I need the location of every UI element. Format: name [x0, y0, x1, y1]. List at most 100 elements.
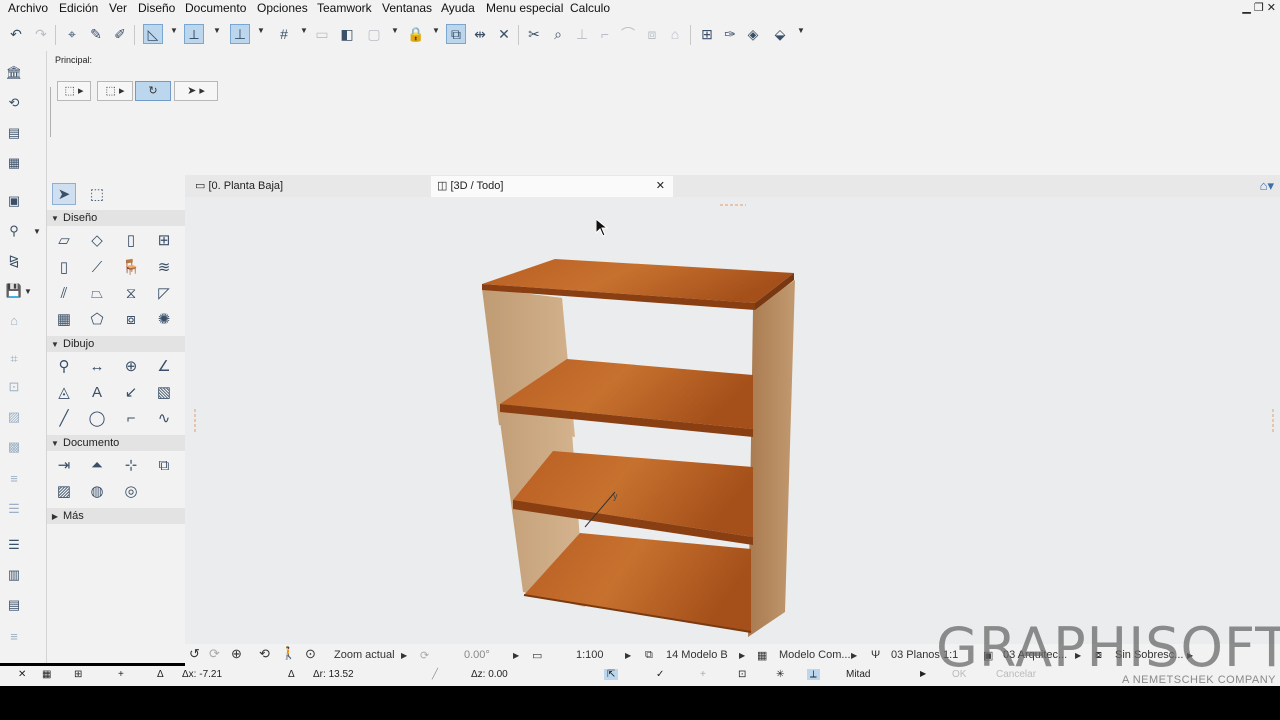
- map-icon[interactable]: ▩: [4, 437, 24, 457]
- measure-icon[interactable]: ⊡: [738, 669, 746, 680]
- split-icon[interactable]: ⌕: [548, 24, 568, 44]
- snap-mode-value[interactable]: Mitad: [846, 669, 870, 680]
- markup-icon[interactable]: ≡: [4, 627, 24, 647]
- suspend-groups-icon[interactable]: ⧉: [446, 24, 466, 44]
- menu-especial[interactable]: Menu especial: [486, 1, 563, 15]
- undo-icon[interactable]: ↶: [6, 24, 26, 44]
- trace-icon[interactable]: ◧: [337, 24, 357, 44]
- fit-zoom-icon[interactable]: ⊙: [305, 646, 316, 662]
- marquee-tool-icon[interactable]: ⬚: [85, 184, 109, 206]
- properties-icon[interactable]: ▤: [4, 595, 24, 615]
- distribute-icon[interactable]: ▥: [4, 565, 24, 585]
- layer-combo[interactable]: 14 Modelo B: [666, 649, 728, 661]
- section-documento[interactable]: ▼ Documento: [47, 435, 185, 451]
- chevron-down-icon[interactable]: ▼: [170, 26, 178, 35]
- refresh-building-icon[interactable]: ⟲: [4, 93, 24, 113]
- solid-ops-icon[interactable]: ⊞: [697, 24, 717, 44]
- chevron-down-icon[interactable]: ▼: [257, 26, 265, 35]
- menu-archivo[interactable]: Archivo: [8, 1, 48, 15]
- hatch-tool-icon[interactable]: ▧: [152, 382, 176, 404]
- undo-view-icon[interactable]: ↺: [189, 646, 200, 662]
- radial-dimension-icon[interactable]: ⊕: [119, 356, 143, 378]
- door-tool-icon[interactable]: ▯: [119, 230, 143, 252]
- angle-icon[interactable]: ╱: [432, 669, 438, 680]
- grid-snap-icon[interactable]: #: [274, 24, 294, 44]
- slab-tool-icon[interactable]: ◇: [85, 230, 109, 252]
- menu-teamwork[interactable]: Teamwork: [317, 1, 372, 15]
- chevron-down-icon[interactable]: ▼: [213, 26, 221, 35]
- adjust-icon[interactable]: ⊥: [572, 24, 592, 44]
- detail-tool-icon[interactable]: ⊹: [119, 455, 143, 477]
- circle-tool-icon[interactable]: ◯: [85, 408, 109, 430]
- menu-edicion[interactable]: Edición: [59, 1, 98, 15]
- zoom-icon[interactable]: ⊡: [4, 377, 24, 397]
- dimension-tool-icon[interactable]: ↔: [85, 356, 109, 378]
- rotate-view-icon[interactable]: ⟳: [420, 649, 429, 662]
- layer-icon[interactable]: ▭: [312, 24, 332, 44]
- fillet-icon[interactable]: ⌒: [618, 24, 638, 44]
- dr-value[interactable]: Δr: 13.52: [313, 669, 354, 680]
- eyedropper-icon[interactable]: ✎: [86, 24, 106, 44]
- wall-tool-icon[interactable]: ▱: [52, 230, 76, 252]
- worksheet-tool-icon[interactable]: ⧉: [152, 455, 176, 477]
- arrow-tool-button[interactable]: ➤ ▸: [174, 81, 218, 101]
- dx-value[interactable]: Δx: -7.21: [182, 669, 222, 680]
- elevation-tool-icon[interactable]: ⏶: [85, 455, 109, 477]
- chevron-right-icon[interactable]: ▶: [920, 669, 926, 678]
- chevron-down-icon[interactable]: ▼: [432, 26, 440, 35]
- chevron-right-icon[interactable]: ▶: [851, 651, 857, 660]
- pen-edit-icon[interactable]: ✑: [720, 24, 740, 44]
- building-icon[interactable]: 🏛: [4, 63, 24, 83]
- section-diseno[interactable]: ▼ Diseño: [47, 210, 185, 226]
- walk-icon[interactable]: 🚶: [281, 646, 296, 660]
- schedule-icon[interactable]: ☰: [4, 499, 24, 519]
- object-tool-icon[interactable]: 🪑: [119, 257, 143, 279]
- tab-3d-todo[interactable]: ◫ [3D / Todo] ✕: [431, 176, 673, 197]
- accept-icon[interactable]: +: [700, 669, 706, 680]
- close-icon[interactable]: ✕: [1267, 2, 1276, 14]
- zoom-label[interactable]: Zoom actual: [334, 649, 395, 661]
- menu-ver[interactable]: Ver: [109, 1, 127, 15]
- section-mas[interactable]: ▶ Más: [47, 508, 185, 524]
- menu-ayuda[interactable]: Ayuda: [441, 1, 475, 15]
- tab-planta-baja[interactable]: ▭ [0. Planta Baja]: [189, 176, 433, 197]
- home-icon[interactable]: ⌂: [4, 311, 24, 331]
- restore-icon[interactable]: ❐: [1254, 2, 1264, 14]
- grid-icon[interactable]: ▦: [42, 669, 51, 680]
- chevron-down-icon[interactable]: ▼: [33, 227, 41, 236]
- label-tool-icon[interactable]: ↙: [119, 382, 143, 404]
- intersect-icon[interactable]: ⌐: [595, 24, 615, 44]
- dimension-icon[interactable]: ⇹: [470, 24, 490, 44]
- chevron-right-icon[interactable]: ▶: [625, 651, 631, 660]
- 3d-viewport[interactable]: y: [185, 197, 1280, 644]
- lock-icon[interactable]: 🔒: [406, 24, 426, 44]
- arrow-tool-icon[interactable]: ➤: [52, 183, 76, 205]
- snap-guides-icon[interactable]: ⟂: [184, 24, 204, 44]
- grid-snap-icon[interactable]: ⊞: [74, 669, 82, 680]
- chevron-right-icon[interactable]: ▶: [401, 651, 407, 660]
- chevron-down-icon[interactable]: ▼: [300, 26, 308, 35]
- section-tool-icon[interactable]: ⇥: [52, 455, 76, 477]
- radius-icon[interactable]: Δ: [288, 669, 295, 680]
- delta-icon[interactable]: Δ: [157, 669, 164, 680]
- group-icon[interactable]: ▢: [364, 24, 384, 44]
- menu-diseno[interactable]: Diseño: [138, 1, 175, 15]
- image-icon[interactable]: ▨: [4, 407, 24, 427]
- curtain-wall-tool-icon[interactable]: ▦: [52, 309, 76, 331]
- align-left-icon[interactable]: ☰: [4, 535, 24, 555]
- figure-tool-icon[interactable]: ◍: [85, 481, 109, 503]
- section-dibujo[interactable]: ▼ Dibujo: [47, 336, 185, 352]
- angle-dimension-icon[interactable]: ∠: [152, 356, 176, 378]
- spline-tool-icon[interactable]: ∿: [152, 408, 176, 430]
- dz-value[interactable]: Δz: 0.00: [471, 669, 508, 680]
- minimize-icon[interactable]: ▁: [1242, 2, 1250, 14]
- close-tab-icon[interactable]: ✕: [656, 176, 665, 197]
- roof-icon[interactable]: ⌂: [665, 24, 685, 44]
- zone-tool-icon[interactable]: ⧇: [119, 309, 143, 331]
- beam-tool-icon[interactable]: ⟋: [85, 257, 109, 279]
- menu-ventanas[interactable]: Ventanas: [382, 1, 432, 15]
- layout-icon[interactable]: ⧎: [4, 251, 24, 271]
- chevron-down-icon[interactable]: ▼: [24, 287, 32, 296]
- roof-tool-icon[interactable]: ⏢: [85, 283, 109, 305]
- drawing-tool-icon[interactable]: ▨: [52, 481, 76, 503]
